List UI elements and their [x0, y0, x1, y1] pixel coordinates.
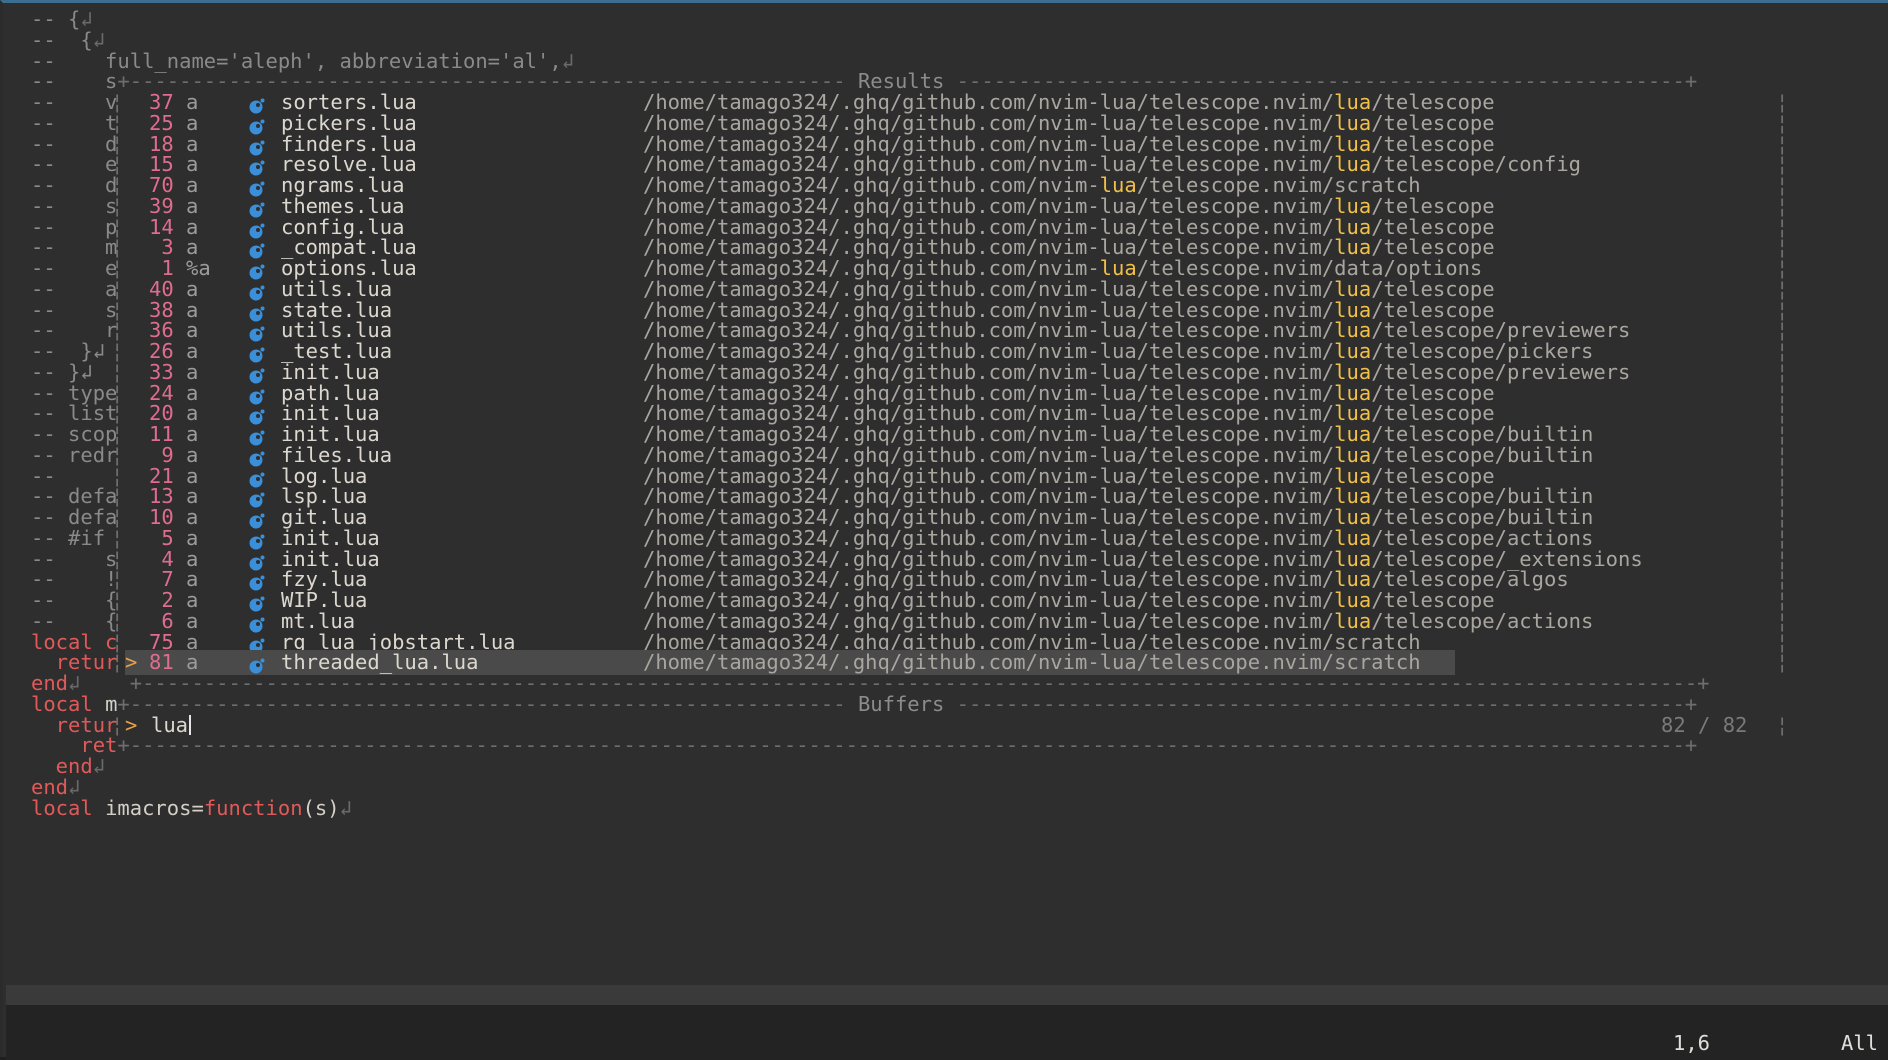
- lua-file-icon: [249, 406, 265, 425]
- lua-file-icon: [249, 614, 265, 633]
- scroll-position: All: [1841, 1031, 1879, 1055]
- lua-file-icon: [249, 323, 265, 342]
- lua-file-icon: [249, 572, 265, 591]
- lua-file-icon: [249, 282, 265, 301]
- lua-file-icon: [249, 261, 265, 280]
- lua-file-icon: [249, 220, 265, 238]
- code-token: ↲: [339, 795, 352, 820]
- lua-file-icon: [249, 157, 265, 176]
- editor-buffer[interactable]: -- {↲ -- {↲ -- full_name='aleph', abbrevia…: [31, 7, 1883, 983]
- code-line: local imacros=function(s)↲: [31, 796, 1883, 821]
- code-token: imacros=: [105, 795, 204, 820]
- lua-file-icon: [249, 489, 265, 508]
- lua-file-icon: [249, 635, 265, 653]
- lua-file-icon: [249, 240, 265, 259]
- lua-file-icon: [249, 116, 265, 135]
- lua-file-icon: [249, 593, 265, 612]
- lua-file-icon: [249, 469, 265, 487]
- lua-file-icon: [249, 365, 265, 384]
- lua-file-icon: [249, 448, 265, 467]
- lua-file-icon: [249, 137, 265, 155]
- lua-file-icon: [249, 427, 265, 446]
- code-token: (s): [302, 795, 340, 820]
- cursor-ruler: 1,6: [1673, 1031, 1711, 1055]
- lua-file-icon: [249, 199, 265, 218]
- lua-file-icon: [249, 178, 265, 197]
- code-token: local: [31, 795, 106, 820]
- lua-file-icon: [249, 531, 265, 550]
- status-line: [6, 985, 1888, 1005]
- lua-file-icon: [249, 510, 265, 529]
- lua-file-icon: [249, 655, 265, 674]
- lua-file-icon: [249, 344, 265, 363]
- lua-file-icon: [249, 386, 265, 404]
- command-line[interactable]: [6, 1005, 1888, 1060]
- terminal-window: -- {↲ -- {↲ -- full_name='aleph', abbrevia…: [0, 0, 1888, 1060]
- lua-file-icon: [249, 303, 265, 321]
- code-token: function: [203, 795, 303, 820]
- lua-file-icon: [249, 95, 265, 114]
- lua-file-icon: [249, 552, 265, 570]
- text-cursor: [189, 714, 192, 735]
